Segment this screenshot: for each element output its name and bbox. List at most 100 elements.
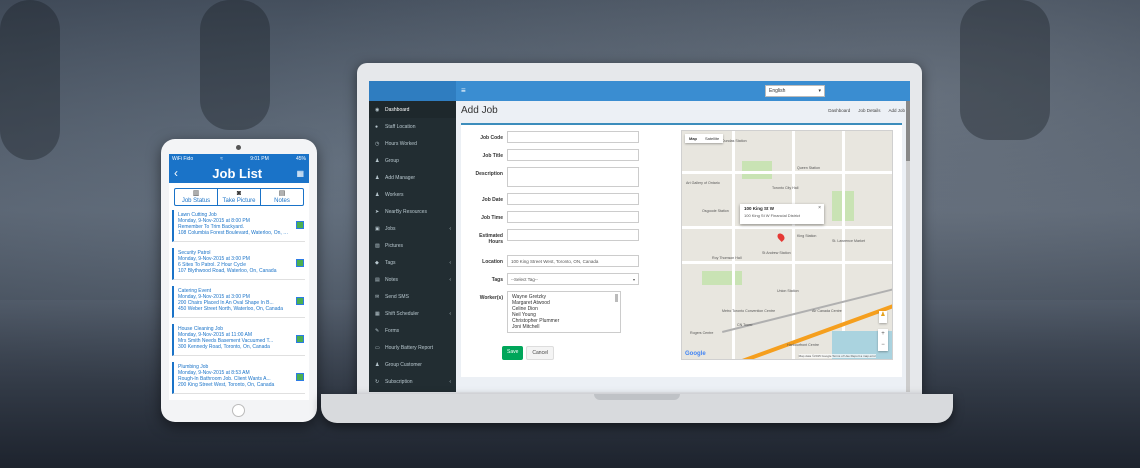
language-value: English	[769, 88, 786, 94]
location-icon: ●	[375, 123, 379, 130]
wifi-icon: ≈	[220, 155, 224, 162]
sidebar-item-notes[interactable]: ▤ Notes ‹	[369, 271, 456, 288]
take-picture-button[interactable]: ◙ Take Picture	[218, 189, 261, 205]
sidebar-item-hourly-battery-report[interactable]: ▭ Hourly Battery Report	[369, 339, 456, 356]
sidebar-item-pictures[interactable]: ▨ Pictures	[369, 237, 456, 254]
workers-row: Worker(s) Wayne Gretzky Margaret Atwood …	[466, 291, 646, 337]
send-icon: ➤	[375, 208, 380, 215]
job-date-input[interactable]	[507, 193, 639, 205]
tablet-nav-bar: ‹ Job List ▦	[169, 163, 309, 183]
calendar-icon: ▦	[375, 310, 380, 317]
location-input[interactable]: 100 King Street West, Toronto, ON, Canad…	[507, 255, 639, 267]
map-icon[interactable]	[296, 335, 304, 343]
street-view-icon[interactable]: ♟	[879, 311, 887, 323]
list-item[interactable]: Catering Event Monday, 9-Nov-2015 at 3:0…	[172, 286, 305, 318]
calendar-icon[interactable]: ▦	[296, 169, 304, 178]
job-time-input[interactable]	[507, 211, 639, 223]
location-map[interactable]: Dundas Station Queen Station Osgoode Sta…	[681, 130, 893, 360]
close-icon[interactable]: ×	[818, 205, 821, 211]
map-icon[interactable]	[296, 221, 304, 229]
sidebar-item-staff-location[interactable]: ● Staff Location	[369, 118, 456, 135]
job-time-row: Job Time	[466, 211, 646, 229]
segmented-control: ▥ Job Status ◙ Take Picture ▤ Notes	[174, 188, 304, 206]
sidebar-item-label: Workers	[385, 191, 404, 198]
laptop-base	[321, 394, 953, 423]
scrollbar-thumb[interactable]	[906, 101, 910, 161]
background-person	[200, 0, 270, 130]
job-code-input[interactable]	[507, 131, 639, 143]
sidebar-item-group[interactable]: ♟ Group	[369, 152, 456, 169]
map-road	[732, 131, 735, 359]
map-label: CN Tower	[737, 323, 753, 327]
breadcrumb-job-details[interactable]: Job Details	[858, 108, 880, 113]
back-icon[interactable]: ‹	[174, 166, 178, 180]
sidebar-item-jobs[interactable]: ▣ Jobs ‹	[369, 220, 456, 237]
map-attribution[interactable]: Map data ©2015 Google Terms of Use Repor…	[798, 354, 876, 358]
zoom-out-button[interactable]: −	[878, 340, 888, 351]
map-tab[interactable]: Map	[685, 134, 701, 143]
satellite-tab[interactable]: Satellite	[701, 134, 723, 143]
sidebar-item-subscription[interactable]: ↻ Subscription ‹	[369, 373, 456, 390]
list-item[interactable]: Security Patrol Monday, 9-Nov-2015 at 3:…	[172, 248, 305, 280]
map-icon[interactable]	[296, 259, 304, 267]
estimated-hours-label: Estimated Hours	[479, 233, 503, 245]
map-pin-icon[interactable]	[776, 232, 786, 242]
list-item[interactable]: Plumbing Job Monday, 9-Nov-2015 at 8:53 …	[172, 362, 305, 394]
list-item[interactable]: House Cleaning Job Monday, 9-Nov-2015 at…	[172, 324, 305, 356]
sidebar-item-group-customer[interactable]: ♟ Group Customer	[369, 356, 456, 373]
job-title-input[interactable]	[507, 149, 639, 161]
job-status-button[interactable]: ▥ Job Status	[175, 189, 218, 205]
zoom-control: + −	[878, 329, 888, 351]
notes-button[interactable]: ▤ Notes	[261, 189, 303, 205]
estimated-hours-input[interactable]	[507, 229, 639, 241]
tags-select[interactable]: --Select Tag-- ▾	[507, 273, 639, 285]
map-icon[interactable]	[296, 297, 304, 305]
sidebar-item-dashboard[interactable]: ◉ Dashboard	[369, 101, 456, 118]
map-park	[702, 271, 742, 285]
tablet-camera	[236, 145, 241, 150]
cancel-button[interactable]: Cancel	[526, 346, 554, 360]
logo-area	[369, 81, 456, 101]
info-window-title: 100 King St W	[744, 206, 775, 211]
zoom-in-button[interactable]: +	[878, 329, 888, 340]
workers-listbox[interactable]: Wayne Gretzky Margaret Atwood Celine Dio…	[507, 291, 621, 333]
notes-label: Notes	[274, 198, 290, 204]
laptop-notch	[594, 394, 680, 400]
breadcrumb-dashboard[interactable]: Dashboard	[828, 108, 850, 113]
map-label: Queen Station	[797, 166, 820, 170]
listbox-scrollbar[interactable]	[615, 294, 618, 302]
hamburger-icon[interactable]: ≡	[461, 86, 466, 95]
page-scrollbar[interactable]	[906, 101, 910, 392]
job-title-row: Job Title	[466, 149, 646, 167]
map-info-window: 100 King St W 100 King St W Financial Di…	[740, 204, 824, 224]
sidebar-item-nearby-resources[interactable]: ➤ NearBy Resources	[369, 203, 456, 220]
chevron-down-icon: ▾	[818, 88, 821, 94]
chevron-left-icon: ‹	[449, 378, 451, 385]
chevron-left-icon: ‹	[449, 310, 451, 317]
save-button[interactable]: Save	[502, 346, 524, 360]
job-address: 450 Weber Street North, Waterloo, On, Ca…	[178, 306, 284, 312]
main-content: Add Job Dashboard Job Details Add Job Jo…	[456, 101, 910, 392]
sidebar-item-tags[interactable]: ◆ Tags ‹	[369, 254, 456, 271]
map-icon[interactable]	[296, 373, 304, 381]
clock-icon: ◷	[375, 140, 380, 147]
battery-label: 45%	[295, 155, 306, 162]
list-item[interactable]: Lawn Cutting Job Monday, 9-Nov-2015 at 8…	[172, 210, 305, 242]
map-label: Roy Thomson Hall	[712, 256, 742, 260]
language-select[interactable]: English ▾	[765, 85, 825, 97]
map-road	[682, 261, 892, 264]
home-button[interactable]	[232, 404, 245, 417]
sidebar-item-forms[interactable]: ✎ Forms	[369, 322, 456, 339]
sidebar-item-shift-scheduler[interactable]: ▦ Shift Scheduler ‹	[369, 305, 456, 322]
worker-option[interactable]: Joni Mitchell	[512, 324, 616, 330]
description-textarea[interactable]	[507, 167, 639, 187]
sidebar-item-hours-worked[interactable]: ◷ Hours Worked	[369, 135, 456, 152]
user-plus-icon: ♟	[375, 174, 380, 181]
tags-row: Tags --Select Tag-- ▾	[466, 273, 646, 291]
tags-label: Tags	[491, 277, 503, 283]
map-label: Osgoode Station	[702, 209, 729, 213]
description-label: Description	[475, 171, 503, 177]
sidebar-item-add-manager[interactable]: ♟ Add Manager	[369, 169, 456, 186]
sidebar-item-workers[interactable]: ♟ Workers	[369, 186, 456, 203]
sidebar-item-send-sms[interactable]: ✉ Send SMS	[369, 288, 456, 305]
